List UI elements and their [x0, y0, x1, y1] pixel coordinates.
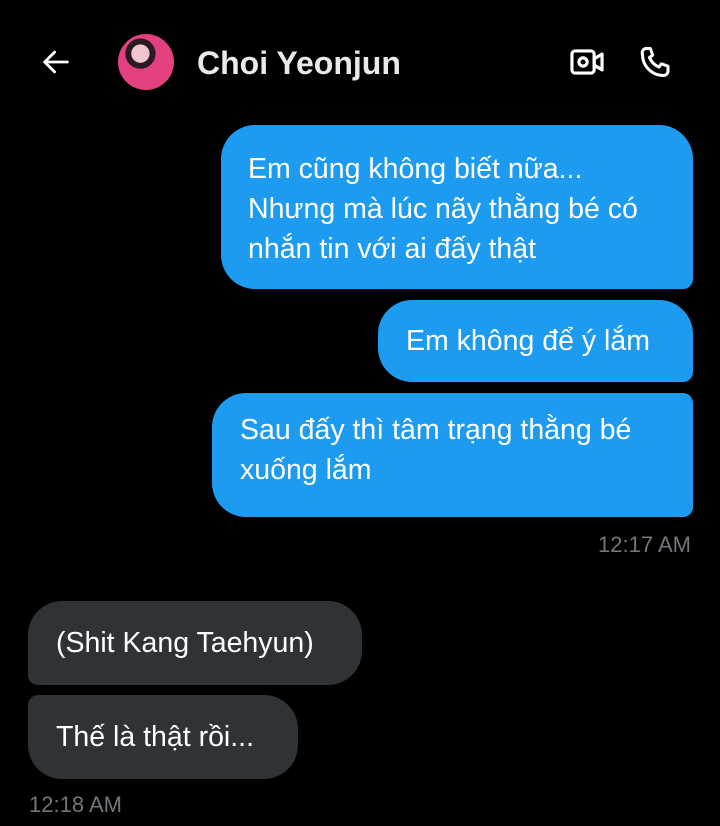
message-line: Sau đấy thì tâm trạng thằng bé: [240, 414, 632, 446]
message-timestamp: 12:17 AM: [598, 532, 691, 557]
message-line: Em cũng không biết nữa...: [248, 153, 583, 185]
phone-call-button[interactable]: [634, 40, 678, 84]
back-button[interactable]: [36, 42, 76, 82]
outgoing-message[interactable]: Sau đấy thì tâm trạng thằng bé xuống lắm: [212, 393, 693, 517]
avatar[interactable]: [118, 34, 174, 90]
conversation-header: Choi Yeonjun: [0, 0, 720, 120]
video-call-icon: [570, 49, 604, 75]
contact-name[interactable]: Choi Yeonjun: [197, 44, 401, 82]
message-timestamp: 12:18 AM: [29, 792, 122, 817]
phone-icon: [640, 47, 670, 77]
outgoing-message[interactable]: Em cũng không biết nữa... Nhưng mà lúc n…: [221, 125, 693, 289]
video-call-button[interactable]: [565, 40, 609, 84]
message-line: (Shit Kang Taehyun): [56, 627, 314, 659]
message-line: Thế là thật rồi...: [56, 721, 255, 753]
message-line: nhắn tin với ai đấy thật: [248, 233, 537, 265]
incoming-message[interactable]: (Shit Kang Taehyun): [28, 601, 362, 685]
outgoing-message[interactable]: Em không để ý lắm: [378, 300, 693, 382]
message-line: Nhưng mà lúc nãy thằng bé có: [248, 193, 638, 225]
message-line: xuống lắm: [240, 454, 372, 486]
incoming-message[interactable]: Thế là thật rồi...: [28, 695, 298, 779]
message-line: Em không để ý lắm: [406, 325, 650, 357]
arrow-left-icon: [43, 50, 69, 74]
